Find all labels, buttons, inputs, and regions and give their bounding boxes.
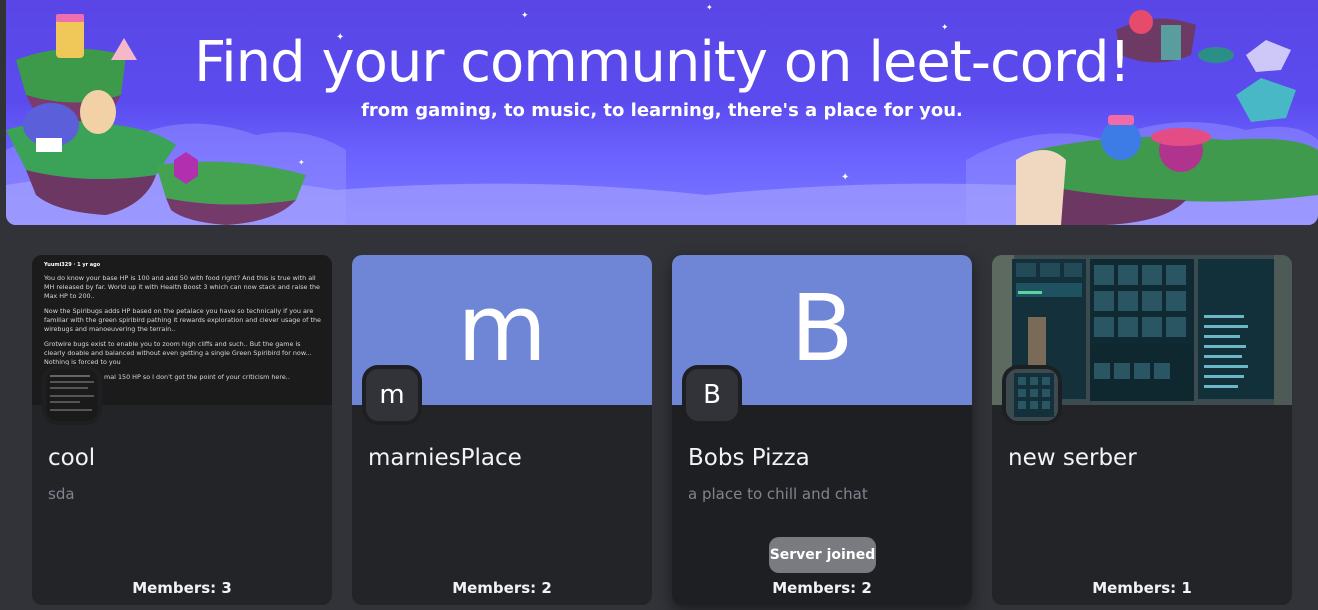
- server-description: sda: [48, 485, 75, 503]
- server-icon-image: [1006, 369, 1058, 421]
- server-icon-image: [46, 369, 98, 421]
- member-count: Members: 2: [772, 579, 872, 597]
- svg-text:✦: ✦: [521, 11, 529, 21]
- hero-title: Find your community on leet-cord!: [193, 30, 1131, 95]
- svg-text:✦: ✦: [841, 172, 849, 183]
- hero-banner: ✦ ✦ ✦ ✦ ✦ ✦ Find your community on leet-…: [6, 0, 1318, 225]
- post-paragraph: Now the Spiribugs adds HP based on the p…: [44, 307, 321, 333]
- server-card-new-serber[interactable]: new serber Members: 1: [992, 255, 1292, 605]
- post-paragraph: Grotwire bugs exist to enable you to zoo…: [44, 340, 312, 366]
- server-card-cool[interactable]: Yuumi329 · 1 yr ago You do know your bas…: [32, 255, 332, 605]
- member-count: Members: 3: [132, 579, 232, 597]
- server-icon-letter: B: [686, 369, 738, 421]
- member-count: Members: 2: [452, 579, 552, 597]
- server-icon: [42, 365, 102, 425]
- server-name: cool: [48, 445, 96, 471]
- server-name: marniesPlace: [368, 445, 522, 471]
- server-joined-button[interactable]: Server joined: [769, 537, 876, 573]
- server-name: Bobs Pizza: [688, 445, 810, 471]
- server-icon: [1002, 365, 1062, 425]
- server-icon: B: [682, 365, 742, 425]
- server-card-marniesplace[interactable]: m m marniesPlace Members: 2: [352, 255, 652, 605]
- server-description: a place to chill and chat: [688, 485, 868, 503]
- svg-text:✦: ✦: [298, 158, 305, 167]
- post-paragraph: You do know your base HP is 100 and add …: [44, 274, 320, 300]
- server-icon: m: [362, 365, 422, 425]
- post-author: Yuumi329 · 1 yr ago: [44, 262, 101, 268]
- server-card-bobs-pizza[interactable]: B B Bobs Pizza a place to chill and chat…: [672, 255, 972, 605]
- svg-text:✦: ✦: [706, 3, 713, 12]
- hero-subtitle: from gaming, to music, to learning, ther…: [361, 100, 963, 121]
- server-name: new serber: [1008, 445, 1137, 471]
- member-count: Members: 1: [1092, 579, 1192, 597]
- server-icon-letter: m: [366, 369, 418, 421]
